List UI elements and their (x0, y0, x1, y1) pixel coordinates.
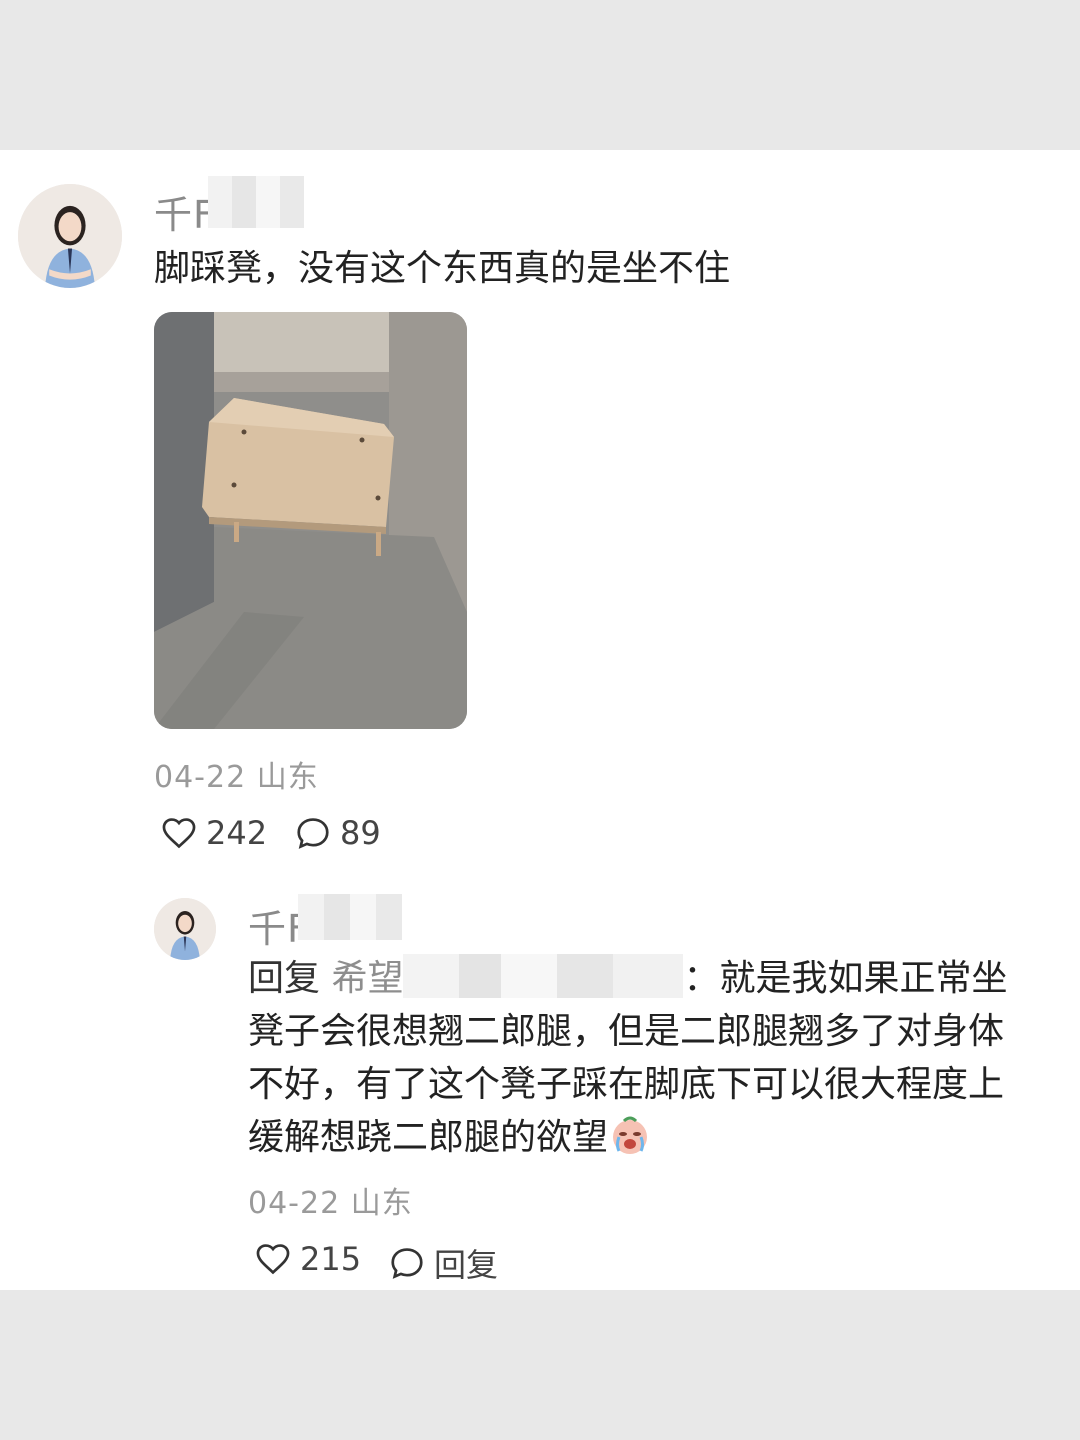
heart-icon (256, 1244, 290, 1275)
reply-prefix: 回复 (248, 958, 321, 999)
reply-count-button[interactable]: 89 (294, 814, 381, 852)
crying-face-emoji (608, 1113, 652, 1157)
reply-button[interactable]: 回复 (388, 1240, 498, 1286)
reply-date-location: 04-22 山东 (248, 1186, 413, 1221)
footstool-photo (154, 312, 467, 729)
like-count: 242 (206, 814, 268, 852)
reply-like-count: 215 (300, 1240, 362, 1278)
reply-text: 回复 希望 ：就是我如果正常坐凳子会很想翘二郎腿，但是二郎腿翘多了对身体不好，有了… (248, 952, 1028, 1164)
reply-like-button[interactable]: 215 (254, 1240, 361, 1278)
comment-text: 脚踩凳，没有这个东西真的是坐不住 (154, 248, 731, 289)
comment-photo[interactable] (154, 312, 467, 729)
reply-username-redaction (298, 894, 402, 940)
comment-date-location: 04-22 山东 (154, 760, 319, 795)
like-button[interactable]: 242 (160, 814, 267, 852)
reply-to-redaction (403, 954, 684, 998)
reply-avatar[interactable] (154, 898, 216, 960)
comment-username[interactable]: 千F (154, 184, 216, 239)
reply-to-name[interactable]: 希望 (331, 958, 403, 999)
heart-icon (162, 818, 196, 849)
comment-card: 千F 脚踩凳，没有这个东西真的是坐不住 04-22 山东 242 89 千F 回… (0, 150, 1080, 1290)
username-redaction (208, 176, 304, 228)
speech-bubble-icon (297, 818, 329, 849)
reply-count: 89 (340, 814, 381, 852)
speech-bubble-icon (391, 1248, 423, 1279)
reply-button-label: 回复 (434, 1246, 499, 1284)
avatar[interactable] (18, 184, 122, 288)
